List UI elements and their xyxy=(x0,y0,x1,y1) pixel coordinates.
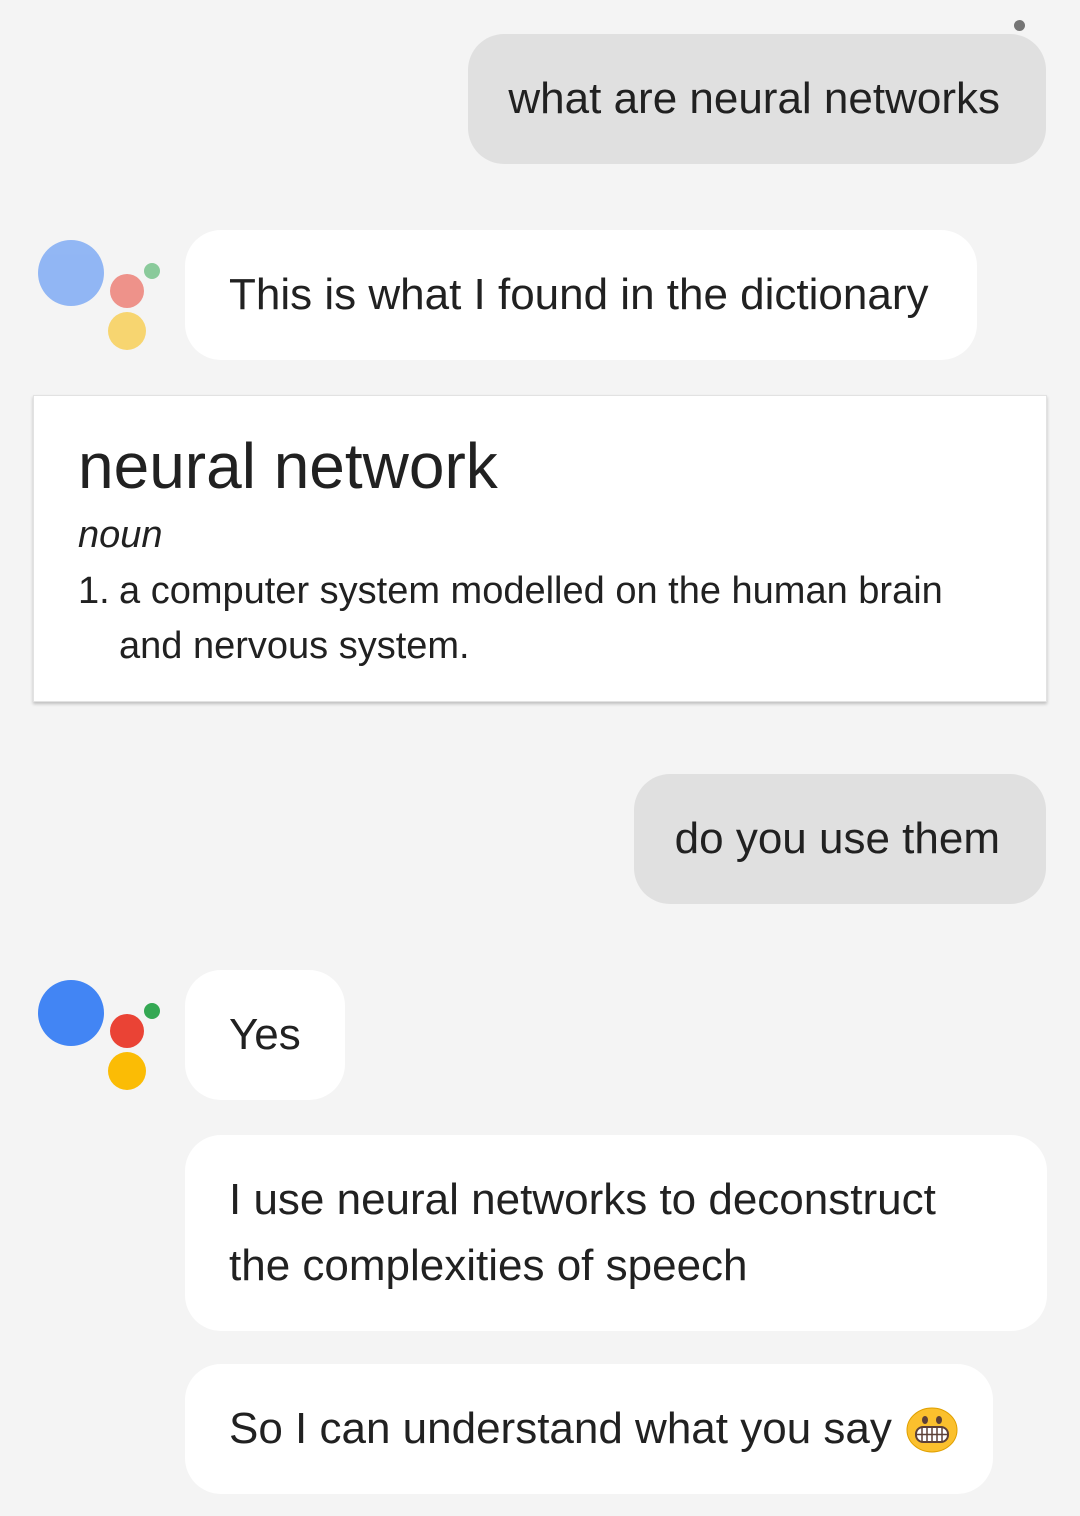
logo-green-dot xyxy=(144,1003,160,1019)
logo-green-dot xyxy=(144,263,160,279)
logo-red-dot xyxy=(110,274,144,308)
dictionary-term: neural network xyxy=(78,430,498,502)
assistant-message-text: So I can understand what you say xyxy=(229,1404,892,1453)
assistant-logo-icon xyxy=(38,970,162,1090)
logo-yellow-dot xyxy=(108,312,146,350)
grinning-face-emoji-icon xyxy=(906,1406,958,1453)
definition-item: 1. a computer system modelled on the hum… xyxy=(78,564,1002,674)
definition-number: 1. xyxy=(78,570,110,612)
user-message-bubble[interactable]: what are neural networks xyxy=(468,34,1046,164)
assistant-message-text: This is what I found in the dictionary xyxy=(229,270,929,319)
user-message-text: do you use them xyxy=(674,814,1000,863)
user-message-text: what are neural networks xyxy=(508,74,1000,123)
user-message-bubble[interactable]: do you use them xyxy=(634,774,1046,904)
assistant-message-bubble[interactable]: I use neural networks to deconstruct the… xyxy=(185,1135,1047,1331)
assistant-message-bubble[interactable]: This is what I found in the dictionary xyxy=(185,230,977,360)
assistant-message-text: Yes xyxy=(229,1010,301,1059)
assistant-message-text: I use neural networks to deconstruct the… xyxy=(229,1175,936,1290)
definition-text: a computer system modelled on the human … xyxy=(119,570,943,667)
logo-blue-dot xyxy=(38,980,104,1046)
logo-blue-dot xyxy=(38,240,104,306)
dictionary-card[interactable]: neural network noun 1. a computer system… xyxy=(33,395,1047,702)
assistant-message-bubble[interactable]: So I can understand what you say xyxy=(185,1364,993,1494)
assistant-message-bubble[interactable]: Yes xyxy=(185,970,345,1100)
logo-red-dot xyxy=(110,1014,144,1048)
overflow-dot xyxy=(1013,20,1025,31)
logo-yellow-dot xyxy=(108,1052,146,1090)
assistant-logo-icon xyxy=(38,230,162,350)
part-of-speech: noun xyxy=(78,514,163,556)
